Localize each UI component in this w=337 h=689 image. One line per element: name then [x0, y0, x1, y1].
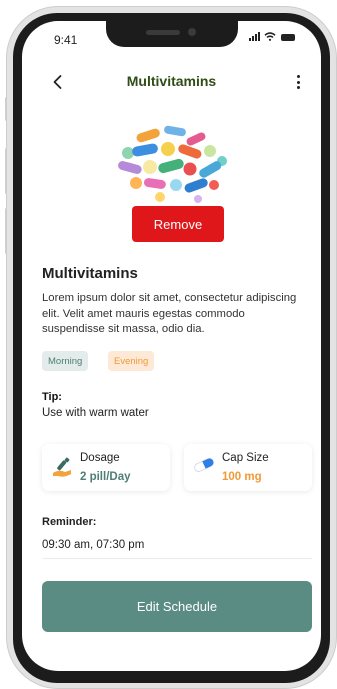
- remove-button[interactable]: Remove: [132, 206, 224, 242]
- dosage-card: Dosage 2 pill/Day: [42, 444, 170, 491]
- edit-schedule-button[interactable]: Edit Schedule: [42, 581, 312, 632]
- dosage-value: 2 pill/Day: [80, 471, 131, 483]
- tip-text: Use with warm water: [42, 407, 149, 419]
- medicine-name: Multivitamins: [42, 265, 138, 282]
- more-vertical-icon: [296, 75, 300, 78]
- dosage-label: Dosage: [80, 452, 120, 464]
- status-icons: [249, 32, 295, 41]
- cap-size-value: 100 mg: [222, 471, 262, 483]
- speaker-grille: [146, 30, 180, 35]
- divider: [42, 558, 312, 559]
- tip-label: Tip:: [42, 391, 62, 403]
- front-camera: [188, 28, 196, 36]
- tag-morning: Morning: [42, 351, 89, 371]
- capsule-icon: [194, 458, 214, 472]
- notch: [106, 21, 238, 47]
- app-screen: 9:41 Multivitamins Remove Multivitamins …: [22, 21, 321, 671]
- more-options-button[interactable]: [293, 72, 303, 92]
- cap-size-card: Cap Size 100 mg: [184, 444, 312, 491]
- battery-icon: [281, 34, 295, 41]
- cap-size-label: Cap Size: [222, 452, 269, 464]
- dropper-hand-icon: [53, 457, 71, 477]
- signal-icon: [249, 32, 260, 41]
- reminder-label: Reminder:: [42, 516, 97, 528]
- medicine-description: Lorem ipsum dolor sit amet, consectetur …: [42, 292, 297, 335]
- page-title: Multivitamins: [126, 73, 217, 89]
- reminder-value: 09:30 am, 07:30 pm: [42, 539, 145, 551]
- status-time: 9:41: [54, 33, 78, 47]
- tag-evening: Evening: [108, 351, 155, 371]
- wifi-icon: [264, 32, 276, 41]
